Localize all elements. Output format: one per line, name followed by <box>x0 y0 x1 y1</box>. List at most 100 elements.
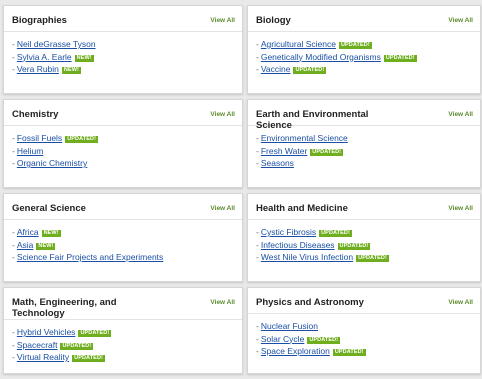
bullet-dash: - <box>256 252 259 262</box>
view-all-link[interactable]: View All <box>210 17 235 24</box>
updated-badge: UPDATED! <box>65 136 98 143</box>
list-item: - Infectious Diseases UPDATED! <box>256 239 480 252</box>
topic-link[interactable]: Fossil Fuels <box>17 133 62 143</box>
view-all-link[interactable]: View All <box>210 111 235 118</box>
list-item: - Fresh Water UPDATED! <box>256 145 480 158</box>
topic-link[interactable]: Cystic Fibrosis <box>261 227 316 237</box>
topic-link[interactable]: Neil deGrasse Tyson <box>17 39 96 49</box>
list-item: - Seasons <box>256 157 480 170</box>
card-header: Earth and Environmental Science View All <box>248 100 480 131</box>
bullet-dash: - <box>12 252 15 262</box>
topic-link[interactable]: Hybrid Vehicles <box>17 327 76 337</box>
topic-grid: Biographies View All - Neil deGrasse Tyso… <box>3 5 481 377</box>
bullet-dash: - <box>12 239 15 250</box>
bullet-dash: - <box>256 145 259 156</box>
list-item: - Nuclear Fusion <box>256 320 480 333</box>
topic-link[interactable]: Asia <box>17 240 34 250</box>
topic-link[interactable]: Fresh Water <box>261 146 307 156</box>
topic-link[interactable]: Organic Chemistry <box>17 158 87 168</box>
list-item: - Environmental Science <box>256 132 480 145</box>
view-all-link[interactable]: View All <box>448 111 473 118</box>
view-all-link[interactable]: View All <box>210 205 235 212</box>
list-item: - Virtual Reality UPDATED! <box>12 351 242 364</box>
topic-link[interactable]: Seasons <box>261 158 294 168</box>
card-earth-environmental-science: Earth and Environmental Science View All… <box>247 99 481 188</box>
list-item: - Agricultural Science UPDATED! <box>256 38 480 51</box>
topic-list: - Africa NEW! - Asia NEW! - Science Fair Proj… <box>4 226 242 264</box>
bullet-dash: - <box>256 227 259 237</box>
bullet-dash: - <box>256 133 259 143</box>
card-title: Physics and Astronomy <box>256 297 364 308</box>
topic-list: - Environmental Science - Fresh Water UPDAT… <box>248 132 480 170</box>
topic-list: - Neil deGrasse Tyson - Sylvia A. Earle NEW… <box>4 38 242 76</box>
bullet-dash: - <box>12 227 15 237</box>
updated-badge: UPDATED! <box>356 255 389 262</box>
card-biology: Biology View All - Agricultural Science UP… <box>247 5 481 94</box>
card-title: General Science <box>12 203 86 214</box>
list-item: - Science Fair Projects and Experiments <box>12 251 242 264</box>
topic-list: - Cystic Fibrosis UPDATED! - Infectious Dis… <box>248 226 480 264</box>
list-item: - Africa NEW! <box>12 226 242 239</box>
card-physics-astronomy: Physics and Astronomy View All - Nuclear … <box>247 287 481 374</box>
topic-link[interactable]: Space Exploration <box>261 346 330 356</box>
bullet-dash: - <box>256 51 259 62</box>
card-math-engineering-technology: Math, Engineering, and Technology View A… <box>3 287 243 374</box>
updated-badge: UPDATED! <box>338 42 372 49</box>
bullet-dash: - <box>12 145 15 156</box>
bullet-dash: - <box>256 239 259 250</box>
card-header: Health and Medicine View All <box>248 194 480 220</box>
topic-link[interactable]: Africa <box>17 227 39 237</box>
card-header: General Science View All <box>4 194 242 220</box>
view-all-link[interactable]: View All <box>448 299 473 306</box>
topic-link[interactable]: Virtual Reality <box>17 352 69 362</box>
card-chemistry: Chemistry View All - Fossil Fuels UPDATED!… <box>3 99 243 188</box>
topic-link[interactable]: Sylvia A. Earle <box>17 52 72 62</box>
updated-badge: UPDATED! <box>293 67 327 74</box>
view-all-link[interactable]: View All <box>210 299 235 306</box>
topic-link[interactable]: Science Fair Projects and Experiments <box>17 252 163 262</box>
list-item: - Spacecraft UPDATED! <box>12 339 242 352</box>
topic-link[interactable]: Solar Cycle <box>261 334 304 344</box>
list-item: - Helium <box>12 145 242 158</box>
topic-link[interactable]: Infectious Diseases <box>261 240 335 250</box>
bullet-dash: - <box>12 158 15 168</box>
bullet-dash: - <box>12 39 15 49</box>
view-all-link[interactable]: View All <box>448 205 473 212</box>
updated-badge: UPDATED! <box>78 330 112 337</box>
topic-link[interactable]: Vaccine <box>261 64 291 74</box>
card-biographies: Biographies View All - Neil deGrasse Tyso… <box>3 5 243 94</box>
card-health-medicine: Health and Medicine View All - Cystic Fib… <box>247 193 481 282</box>
topic-link[interactable]: Spacecraft <box>17 340 58 350</box>
bullet-dash: - <box>12 339 15 350</box>
topic-link[interactable]: West Nile Virus Infection <box>261 252 353 262</box>
list-item: - Cystic Fibrosis UPDATED! <box>256 226 480 239</box>
updated-badge: UPDATED! <box>332 349 366 356</box>
list-item: - Vaccine UPDATED! <box>256 63 480 76</box>
bullet-dash: - <box>256 158 259 168</box>
card-header: Chemistry View All <box>4 100 242 126</box>
bullet-dash: - <box>256 346 259 356</box>
card-header: Biographies View All <box>4 6 242 32</box>
list-item: - West Nile Virus Infection UPDATED! <box>256 251 480 264</box>
card-general-science: General Science View All - Africa NEW! - As… <box>3 193 243 282</box>
bullet-dash: - <box>256 333 259 344</box>
topic-link[interactable]: Agricultural Science <box>261 39 336 49</box>
updated-badge: UPDATED! <box>383 54 417 62</box>
list-item: - Sylvia A. Earle NEW! <box>12 51 242 64</box>
updated-badge: UPDATED! <box>72 355 105 362</box>
card-header: Biology View All <box>248 6 480 32</box>
bullet-dash: - <box>12 352 15 362</box>
card-header: Math, Engineering, and Technology View A… <box>4 288 242 320</box>
topic-link[interactable]: Vera Rubin <box>17 64 59 74</box>
topic-link[interactable]: Genetically Modified Organisms <box>261 52 381 62</box>
updated-badge: UPDATED! <box>337 242 371 250</box>
topic-list: - Hybrid Vehicles UPDATED! - Spacecraft UPDA… <box>4 326 242 364</box>
card-title: Math, Engineering, and Technology <box>12 297 117 319</box>
list-item: - Neil deGrasse Tyson <box>12 38 242 51</box>
view-all-link[interactable]: View All <box>448 17 473 24</box>
topic-link[interactable]: Helium <box>17 146 43 156</box>
bullet-dash: - <box>256 321 259 331</box>
card-title: Biology <box>256 15 291 26</box>
topic-link[interactable]: Environmental Science <box>261 133 348 143</box>
topic-link[interactable]: Nuclear Fusion <box>261 321 318 331</box>
